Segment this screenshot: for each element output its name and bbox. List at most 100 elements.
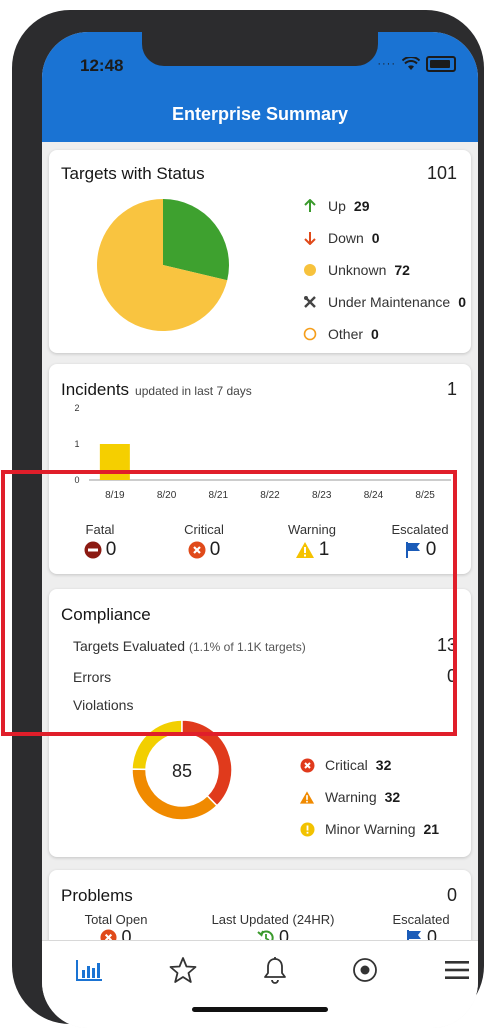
y-tick-label: 0 [74,475,79,485]
violation-warning-value: 32 [384,789,401,805]
arrow-down-icon [302,230,318,246]
violation-critical-label: Critical [325,757,368,773]
bar-8/19[interactable] [99,444,130,480]
legend-maintenance-value: 0 [458,294,466,310]
legend-maintenance-label: Under Maintenance [328,294,451,310]
menu-icon [445,961,469,979]
compliance-card[interactable]: Compliance Targets Evaluated (1.1% of 1.… [49,589,471,857]
incidents-bar-chart[interactable]: 0 1 2 8/19 8/20 8/21 8/22 8/23 8/24 8/25 [59,400,459,510]
legend-unknown-value: 72 [394,262,410,278]
page-title: Enterprise Summary [171,104,349,124]
warning-icon [295,542,314,558]
critical-label: Critical [184,522,224,537]
legend-other-value: 0 [371,326,379,342]
incident-fatal[interactable]: Fatal 0 [55,522,145,561]
x-tick-label: 8/24 [364,490,384,501]
fatal-value: 0 [105,539,117,560]
targets-evaluated-row: Targets Evaluated (1.1% of 1.1K targets) [73,638,306,654]
targets-legend: Up 29 Down 0 Unknown 72 Under Maintenanc… [302,190,466,350]
tab-menu[interactable] [442,955,472,985]
incidents-subtitle: updated in last 7 days [135,384,252,398]
fatal-label: Fatal [85,522,115,537]
legend-unknown[interactable]: Unknown 72 [302,254,466,286]
violation-warning[interactable]: Warning 32 [299,781,439,813]
incident-critical[interactable]: Critical 0 [159,522,249,561]
x-tick-label: 8/25 [415,490,435,501]
targets-pie-chart[interactable] [93,195,233,335]
circle-filled-icon [302,262,318,278]
legend-maintenance[interactable]: Under Maintenance 0 [302,286,466,318]
errors-value: 0 [446,666,457,686]
violation-minor-warning[interactable]: Minor Warning 21 [299,813,439,845]
legend-up-value: 29 [353,198,370,214]
signal-icon: ···· [377,58,396,70]
violation-critical[interactable]: Critical 32 [299,749,439,781]
fatal-icon [84,541,102,559]
phone-frame: 12:48 ···· Enterprise Summary Targets wi… [12,10,484,1028]
incident-warning[interactable]: Warning 1 [267,522,357,561]
incidents-card[interactable]: Incidents updated in last 7 days 1 0 1 2 8/1… [49,364,471,574]
status-time: 12:48 [80,56,124,75]
escalated-label: Escalated [391,522,449,537]
incident-escalated[interactable]: Escalated 0 [375,522,465,561]
problems-title: Problems [61,886,133,905]
legend-down-label: Down [328,230,364,246]
info-icon [299,821,315,837]
violation-warning-label: Warning [325,789,377,805]
status-icons: ···· [377,56,456,72]
arrow-up-icon [302,198,318,214]
targets-status-card[interactable]: Targets with Status 101 Up 29 Down 0 Unk… [49,150,471,353]
bar-chart-icon [76,960,102,981]
escalated-value: 0 [425,539,437,560]
x-tick-label: 8/20 [157,490,177,501]
device-notch [142,32,378,66]
x-tick-label: 8/22 [260,490,280,501]
dashboard-content: Targets with Status 101 Up 29 Down 0 Unk… [42,142,478,980]
errors-label: Errors [73,669,112,685]
violations-donut-chart[interactable]: 85 [129,717,235,823]
incidents-count: 1 [446,379,457,399]
targets-count: 101 [426,163,457,183]
violations-legend: Critical 32 Warning 32 Minor Warning 21 [299,749,439,845]
problems-count: 0 [446,885,457,905]
x-tick-label: 8/21 [209,490,229,501]
bottom-tab-bar [42,940,478,1028]
total-open-label: Total Open [84,912,148,927]
tab-favorites[interactable] [168,955,198,985]
compliance-title: Compliance [61,605,151,624]
targets-title: Targets with Status [61,164,205,183]
legend-up[interactable]: Up 29 [302,190,466,222]
tools-icon [302,294,318,310]
targets-evaluated-sub: (1.1% of 1.1K targets) [188,640,306,654]
legend-up-label: Up [328,198,346,214]
donut-center-value: 85 [172,761,192,781]
home-indicator [192,1007,328,1012]
app-screen: 12:48 ···· Enterprise Summary Targets wi… [42,32,478,1028]
problems-escalated-label: Escalated [392,912,450,927]
violation-critical-value: 32 [375,757,392,773]
legend-unknown-label: Unknown [328,262,387,278]
incidents-title: Incidents [61,380,130,399]
warning-icon [299,789,315,805]
tab-targets[interactable] [350,955,380,985]
critical-value: 0 [209,539,221,560]
wifi-icon [402,57,420,70]
star-icon [169,957,197,983]
violation-minor-warning-value: 21 [423,821,440,837]
legend-down[interactable]: Down 0 [302,222,466,254]
last-updated-label: Last Updated (24HR) [211,912,335,927]
y-tick-label: 2 [74,403,79,413]
critical-icon [299,757,315,773]
targets-evaluated-label: Targets Evaluated [73,638,186,654]
legend-other-label: Other [328,326,364,342]
bell-icon [264,957,286,984]
tab-notifications[interactable] [260,955,290,985]
warning-value: 1 [318,539,330,560]
x-tick-label: 8/19 [105,490,125,501]
tab-dashboard[interactable] [74,955,104,985]
circle-outline-icon [302,326,318,342]
incidents-title-row: Incidents updated in last 7 days [61,380,252,400]
legend-other[interactable]: Other 0 [302,318,466,350]
x-tick-label: 8/23 [312,490,332,501]
y-tick-label: 1 [74,439,79,449]
